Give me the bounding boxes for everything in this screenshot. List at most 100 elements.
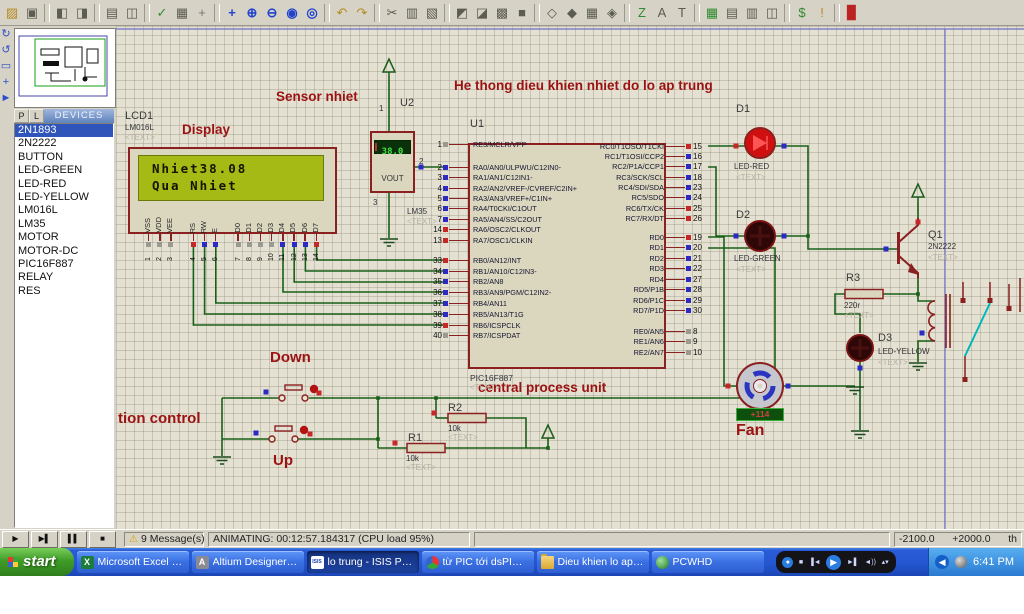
separator[interactable]	[534, 4, 540, 22]
device-list-item[interactable]: 2N2222	[15, 137, 113, 150]
schematic-canvas[interactable]: He thong dieu khien nhiet do lo ap trung…	[116, 26, 1024, 529]
mcu-pin[interactable]: 37RB4/AN11	[420, 298, 551, 309]
import-icon[interactable]: ◧	[52, 3, 72, 22]
media-stop-button[interactable]: ■	[799, 559, 803, 566]
start-button[interactable]: start	[0, 548, 74, 576]
device-list-item[interactable]: LED-GREEN	[15, 164, 113, 177]
rotate-ccw-icon[interactable]: ↺	[1, 42, 10, 58]
device-list-item[interactable]: MOTOR	[15, 231, 113, 244]
d2-ref[interactable]: D2	[736, 209, 750, 221]
zoom-out-icon[interactable]: ⊖	[262, 3, 282, 22]
media-volume-button[interactable]: ◄))	[864, 559, 876, 566]
cursor-icon[interactable]: +	[3, 74, 9, 90]
zoom-in-icon[interactable]: ⊕	[242, 3, 262, 22]
sensor-ref[interactable]: U2	[400, 97, 414, 109]
device-list-item[interactable]: RELAY	[15, 271, 113, 284]
hide-icons-chevron[interactable]: ◀	[935, 555, 949, 569]
wire-autorouter-icon[interactable]: Z	[632, 3, 652, 22]
copy-icon[interactable]: ▥	[402, 3, 422, 22]
select-icon[interactable]: ▭	[1, 58, 11, 74]
block-rotate-icon[interactable]: ▩	[492, 3, 512, 22]
mcu-pin[interactable]: RD427	[546, 274, 715, 285]
device-list-item[interactable]: RES	[15, 285, 113, 298]
mcu-pin[interactable]: 1RE3/MCLR/VPP	[420, 139, 527, 149]
undo-icon[interactable]: ↶	[332, 3, 352, 22]
redo-icon[interactable]: ↷	[352, 3, 372, 22]
mcu-pin[interactable]: RC3/SCK/SCL18	[546, 172, 715, 182]
overview-window[interactable]	[14, 28, 116, 108]
lcd-ref[interactable]: LCD1	[125, 110, 153, 122]
save-icon[interactable]: ▣	[22, 3, 42, 22]
make-device-icon[interactable]: ◆	[562, 3, 582, 22]
separator[interactable]	[94, 4, 100, 22]
d3-ref[interactable]: D3	[878, 332, 892, 344]
mcu-pin[interactable]: 36RB3/AN9/PGM/C12IN2-	[420, 287, 551, 298]
device-list-item[interactable]: LM016L	[15, 204, 113, 217]
play-mini-icon[interactable]: ►	[1, 90, 12, 106]
r3-ref[interactable]: R3	[846, 272, 860, 284]
zoom-area-icon[interactable]: ◎	[302, 3, 322, 22]
tray-icon[interactable]	[955, 556, 967, 568]
mcu-pin[interactable]: 40RB7/ICSPDAT	[420, 331, 551, 342]
mcu-pin[interactable]: RD322	[546, 264, 715, 275]
separator[interactable]	[214, 4, 220, 22]
message-panel[interactable]: ⚠ 9 Message(s)	[124, 532, 204, 547]
mcu-pin[interactable]: RD6/P1C29	[546, 295, 715, 306]
separator[interactable]	[784, 4, 790, 22]
tab-p[interactable]: P	[14, 109, 29, 123]
taskbar-item[interactable]: PCWHD	[652, 551, 764, 573]
design-explorer-icon[interactable]: ▦	[702, 3, 722, 22]
rotate-cw-icon[interactable]: ↻	[1, 26, 10, 42]
mcu-pin[interactable]: RE0/AN58	[546, 326, 715, 337]
mcu-pin[interactable]: RD221	[546, 253, 715, 264]
packaging-tool-icon[interactable]: ▦	[582, 3, 602, 22]
taskbar-item[interactable]: lo trung - ISIS Prof...	[307, 551, 419, 573]
refresh-icon[interactable]: ✓	[152, 3, 172, 22]
media-next-button[interactable]: ►▌	[847, 559, 859, 566]
taskbar-item[interactable]: từ PIC tới dsPIC - ...	[422, 551, 534, 573]
goto-sheet-icon[interactable]: ◫	[762, 3, 782, 22]
media-scroll-button[interactable]: ▴▾	[882, 558, 889, 566]
system-tray[interactable]: ◀ 6:41 PM	[928, 548, 1024, 576]
device-list-item[interactable]: 2N1893	[15, 124, 113, 137]
mcu-ref[interactable]: U1	[470, 118, 484, 130]
mcu-pin[interactable]: RE2/AN710	[546, 347, 715, 358]
device-list-item[interactable]: LED-RED	[15, 178, 113, 191]
toggle-grid-icon[interactable]: ▦	[172, 3, 192, 22]
electrical-check-icon[interactable]: !	[812, 3, 832, 22]
decompose-icon[interactable]: ◈	[602, 3, 622, 22]
netlist-to-ares-icon[interactable]: ▉	[842, 3, 862, 22]
mcu-pin[interactable]: RD7/P1D30	[546, 306, 715, 317]
export-icon[interactable]: ◨	[72, 3, 92, 22]
mcu-pin[interactable]: RE1/AN69	[546, 337, 715, 348]
mcu-pin[interactable]: 39RB6/ICSPCLK	[420, 320, 551, 331]
tab-l[interactable]: L	[29, 109, 44, 123]
zoom-all-icon[interactable]: ◉	[282, 3, 302, 22]
mcu-pin[interactable]: 33RB0/AN12/INT	[420, 255, 551, 266]
mcu-pin[interactable]: RD019	[546, 232, 715, 243]
block-copy-icon[interactable]: ◩	[452, 3, 472, 22]
separator[interactable]	[834, 4, 840, 22]
separator[interactable]	[374, 4, 380, 22]
cut-icon[interactable]: ✂	[382, 3, 402, 22]
mcu-pin[interactable]: RC7/RX/DT26	[546, 213, 715, 223]
mcu-pin[interactable]: 35RB2/AN8	[420, 277, 551, 288]
r1-ref[interactable]: R1	[408, 432, 422, 444]
separator[interactable]	[444, 4, 450, 22]
device-list-item[interactable]: LM35	[15, 218, 113, 231]
separator[interactable]	[144, 4, 150, 22]
new-sheet-icon[interactable]: ▤	[722, 3, 742, 22]
step-button[interactable]: ▶▌	[31, 531, 58, 548]
mcu-pin[interactable]: 34RB1/AN10/C12IN3-	[420, 266, 551, 277]
open-icon[interactable]: ▨	[2, 3, 22, 22]
separator[interactable]	[694, 4, 700, 22]
mcu-pin[interactable]: RC4/SDI/SDA23	[546, 182, 715, 192]
mark-output-area-icon[interactable]: ◫	[122, 3, 142, 22]
device-list-item[interactable]: BUTTON	[15, 151, 113, 164]
remove-sheet-icon[interactable]: ▥	[742, 3, 762, 22]
separator[interactable]	[44, 4, 50, 22]
origin-icon[interactable]: +	[192, 3, 212, 22]
play-button[interactable]: ▶	[2, 531, 29, 548]
property-assignment-icon[interactable]: T	[672, 3, 692, 22]
separator[interactable]	[324, 4, 330, 22]
